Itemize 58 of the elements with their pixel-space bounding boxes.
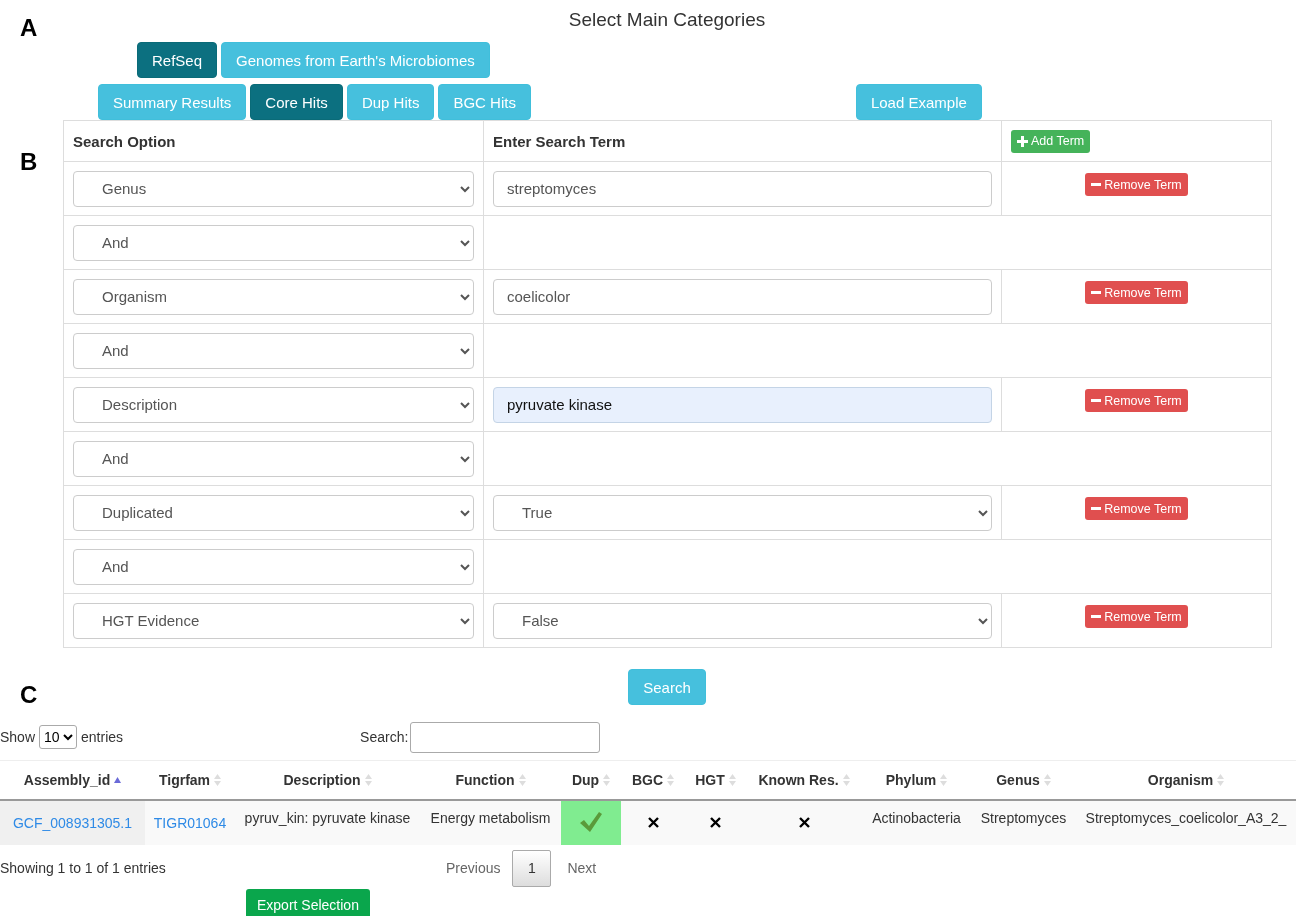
minus-icon xyxy=(1091,615,1102,618)
panel-label: B xyxy=(20,148,38,176)
column-header: Enter Search Term xyxy=(483,120,1002,162)
previous-link[interactable]: Previous xyxy=(446,860,501,876)
column-header[interactable]: Genus xyxy=(996,772,1040,788)
search-term-field[interactable]: pyruvate kinase xyxy=(493,386,992,423)
column-header[interactable]: BGC xyxy=(631,772,664,788)
column-header[interactable]: Phylum xyxy=(885,772,937,788)
show-label: Show xyxy=(0,729,36,745)
column-header[interactable]: Organism xyxy=(1147,772,1214,788)
minus-icon xyxy=(1091,507,1102,510)
search-option-select[interactable]: Organism xyxy=(73,278,474,315)
column-header[interactable]: Tigrfam xyxy=(158,772,211,788)
panel-label: A xyxy=(20,14,38,42)
column-header[interactable]: HGT xyxy=(695,772,725,788)
column-header[interactable]: Known Res. xyxy=(758,772,839,788)
remove-term-button[interactable]: Remove Term xyxy=(1085,605,1188,628)
table-cell: pyruv_kin: pyruvate kinase xyxy=(244,810,411,826)
panel-label: C xyxy=(20,681,38,709)
table-info: Showing 1 to 1 of 1 entries xyxy=(0,860,167,876)
search-option-select[interactable]: And xyxy=(73,440,474,477)
search-option-select[interactable]: And xyxy=(73,548,474,585)
search-option-select[interactable]: Genus xyxy=(73,170,474,207)
remove-term-button[interactable]: Remove Term xyxy=(1085,281,1188,304)
remove-term-button[interactable]: Remove Term xyxy=(1085,389,1188,412)
column-header[interactable]: Description xyxy=(283,772,361,788)
category-button[interactable]: RefSeq xyxy=(137,42,218,78)
table-cell: Actinobacteria xyxy=(872,810,961,826)
table-cell: Energy metabolism xyxy=(430,810,551,826)
minus-icon xyxy=(1091,399,1102,402)
minus-icon xyxy=(1091,183,1102,186)
column-header[interactable]: Assembly_id xyxy=(23,772,111,788)
table-cell: Streptomyces_coelicolor_A3_2_ xyxy=(1085,810,1287,826)
search-option-select[interactable]: And xyxy=(73,224,474,261)
column-header: Search Option xyxy=(63,120,484,162)
entries-label: entries xyxy=(81,729,124,745)
search-term-field[interactable]: streptomyces xyxy=(493,170,992,207)
remove-term-button[interactable]: Remove Term xyxy=(1085,497,1188,520)
entries-select[interactable]: 10 xyxy=(39,725,78,749)
search-label: Search: xyxy=(360,729,409,745)
search-term-field[interactable]: coelicolor xyxy=(493,278,992,315)
table-search-field[interactable] xyxy=(410,721,601,753)
table-cell: Streptomyces xyxy=(980,810,1067,826)
search-option-select[interactable]: Duplicated xyxy=(73,494,474,531)
search-option-select[interactable]: HGT Evidence xyxy=(73,602,474,639)
plus-icon xyxy=(1017,135,1028,147)
search-term-select[interactable]: False xyxy=(493,602,992,639)
column-header[interactable]: Function xyxy=(455,772,515,788)
page-button[interactable]: 1 xyxy=(512,849,552,887)
search-option-select[interactable]: And xyxy=(73,332,474,369)
minus-icon xyxy=(1091,291,1102,294)
search-term-select[interactable]: True xyxy=(493,494,992,531)
page-title: Select Main Categories xyxy=(567,8,767,32)
next-link[interactable]: Next xyxy=(567,860,597,876)
view-tab[interactable]: Core Hits xyxy=(250,84,343,120)
remove-term-button[interactable]: Remove Term xyxy=(1085,173,1188,196)
column-header[interactable]: Dup xyxy=(571,772,600,788)
search-option-select[interactable]: Description xyxy=(73,386,474,423)
